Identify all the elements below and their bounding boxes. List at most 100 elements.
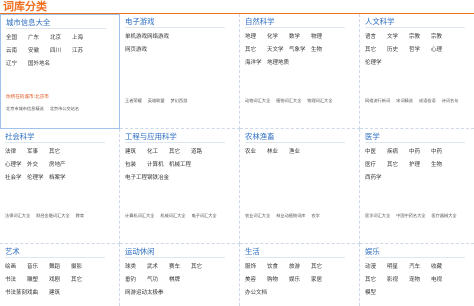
category-link[interactable]: 地理地质 (267, 60, 289, 67)
category-link[interactable]: 其它 (169, 149, 180, 156)
featured-dict-link[interactable]: 宋词精选 (396, 98, 413, 103)
category-link[interactable]: 绘画 (5, 264, 16, 271)
category-title[interactable]: 社会科学 (5, 132, 35, 141)
category-title[interactable]: 工程与应用科学 (125, 132, 177, 141)
category-link[interactable]: 伦理学 (27, 175, 44, 182)
category-link[interactable]: 建筑 (49, 290, 60, 297)
category-link[interactable]: 哲学 (409, 47, 420, 54)
category-link[interactable]: 其它 (71, 277, 82, 284)
featured-dict-link[interactable]: 农学 (311, 213, 319, 218)
category-link[interactable]: 饮食 (267, 264, 278, 271)
category-link[interactable]: 其它 (245, 47, 256, 54)
category-link[interactable]: 棋牌 (169, 277, 180, 284)
category-link[interactable]: 辽宁 (6, 61, 17, 68)
category-link[interactable]: 机械工程 (169, 162, 191, 169)
category-link[interactable]: 其它 (311, 264, 322, 271)
category-link[interactable]: 北京 (50, 35, 61, 42)
category-link[interactable]: 影视 (387, 277, 398, 284)
category-link[interactable]: 舞蹈 (49, 264, 60, 271)
category-link[interactable]: 江苏 (72, 48, 83, 55)
category-link[interactable]: 军事 (27, 149, 38, 156)
category-link[interactable]: 动漫 (365, 264, 376, 271)
featured-dict-link[interactable]: 林业动植物词库 (276, 213, 305, 218)
category-link[interactable]: 宗教 (409, 34, 420, 41)
featured-dict-link[interactable]: 北京市城市信息精选 (6, 106, 44, 111)
category-link[interactable]: 海洋学 (245, 60, 262, 67)
category-link[interactable]: 中药 (409, 149, 420, 156)
category-title[interactable]: 医学 (365, 132, 380, 141)
category-link[interactable]: 房地产 (49, 162, 66, 169)
category-link[interactable]: 其它 (191, 264, 202, 271)
category-link[interactable]: 戏曲 (27, 290, 38, 297)
category-link[interactable]: 西药学 (365, 175, 382, 182)
category-link[interactable]: 物理 (311, 34, 322, 41)
current-city-callout[interactable]: 你所在的城市:北京市 (6, 94, 49, 101)
featured-dict-link[interactable]: 王者荣耀 (125, 98, 142, 103)
category-link[interactable]: 购物 (267, 277, 278, 284)
category-link[interactable]: 办公文档 (245, 290, 267, 297)
category-link[interactable]: 外交 (27, 162, 38, 169)
category-link[interactable]: 武术 (147, 264, 158, 271)
featured-dict-link[interactable]: 财经金融词汇大全 (36, 213, 70, 218)
category-link[interactable]: 道路 (191, 149, 202, 156)
featured-dict-link[interactable]: 电子词汇大全 (191, 213, 216, 218)
category-link[interactable]: 明星 (387, 264, 398, 271)
category-link[interactable]: 安徽 (28, 48, 39, 55)
category-link[interactable]: 书法篆刻 (5, 290, 27, 297)
category-link[interactable]: 单机游戏 (125, 34, 147, 41)
category-link[interactable]: 娱乐 (289, 277, 300, 284)
category-link[interactable]: 气象学 (289, 47, 306, 54)
category-link[interactable]: 赛车 (169, 264, 180, 271)
category-link[interactable]: 社会学 (5, 175, 22, 182)
category-link[interactable]: 伦理学 (365, 60, 382, 67)
category-link[interactable]: 美容 (245, 277, 256, 284)
category-title[interactable]: 娱乐 (365, 247, 380, 256)
featured-dict-link[interactable]: 植物词汇大全 (276, 98, 301, 103)
category-link[interactable]: 地理 (245, 34, 256, 41)
category-link[interactable]: 医疗 (365, 162, 376, 169)
featured-dict-link[interactable]: 梦幻西游 (171, 98, 188, 103)
category-link[interactable]: 林业 (267, 149, 278, 156)
category-link[interactable]: 宗教 (431, 34, 442, 41)
category-link[interactable]: 心理学 (5, 162, 22, 169)
category-link[interactable]: 服饰 (245, 264, 256, 271)
category-link[interactable]: 文学 (387, 34, 398, 41)
category-link[interactable]: 历史 (387, 47, 398, 54)
category-link[interactable]: 上海 (72, 35, 83, 42)
category-link[interactable]: 档案学 (49, 175, 66, 182)
category-title[interactable]: 人文科学 (365, 17, 395, 26)
featured-dict-link[interactable]: 农业词汇大全 (245, 213, 270, 218)
category-link[interactable]: 电视 (431, 277, 442, 284)
featured-dict-link[interactable]: 机械词汇大全 (160, 213, 185, 218)
category-link[interactable]: 收藏 (431, 264, 442, 271)
category-link[interactable]: 其它 (387, 162, 398, 169)
category-link[interactable]: 护理 (409, 162, 420, 169)
featured-dict-link[interactable]: 北京市公交站名 (50, 106, 79, 111)
category-link[interactable]: 家居 (311, 277, 322, 284)
category-link[interactable]: 中医 (365, 149, 376, 156)
category-link[interactable]: 书法 (5, 277, 16, 284)
category-link[interactable]: 心理 (431, 47, 442, 54)
category-link[interactable]: 网游运动 (125, 290, 147, 297)
category-link[interactable]: 计算机 (147, 162, 164, 169)
category-link[interactable]: 垂钓 (125, 277, 136, 284)
category-link[interactable]: 模型 (365, 290, 376, 297)
category-link[interactable]: 农业 (245, 149, 256, 156)
category-link[interactable]: 球类 (125, 264, 136, 271)
category-link[interactable]: 摄影 (71, 264, 82, 271)
category-link[interactable]: 音乐 (27, 264, 38, 271)
category-link[interactable]: 中药 (431, 149, 442, 156)
category-link[interactable]: 旅游 (289, 264, 300, 271)
featured-dict-link[interactable]: 网络流行新词 (365, 98, 390, 103)
category-title[interactable]: 自然科学 (245, 17, 275, 26)
category-link[interactable]: 语言 (365, 34, 376, 41)
featured-dict-link[interactable]: 计算机词汇大全 (125, 213, 154, 218)
category-link[interactable]: 太极拳 (147, 290, 164, 297)
category-link[interactable]: 渔业 (289, 149, 300, 156)
category-link[interactable]: 天文学 (267, 47, 284, 54)
category-link[interactable]: 化学 (267, 34, 278, 41)
category-link[interactable]: 气功 (147, 277, 158, 284)
category-link[interactable]: 云南 (6, 48, 17, 55)
category-title[interactable]: 城市信息大全 (6, 18, 50, 27)
category-link[interactable]: 网络游戏 (147, 34, 169, 41)
